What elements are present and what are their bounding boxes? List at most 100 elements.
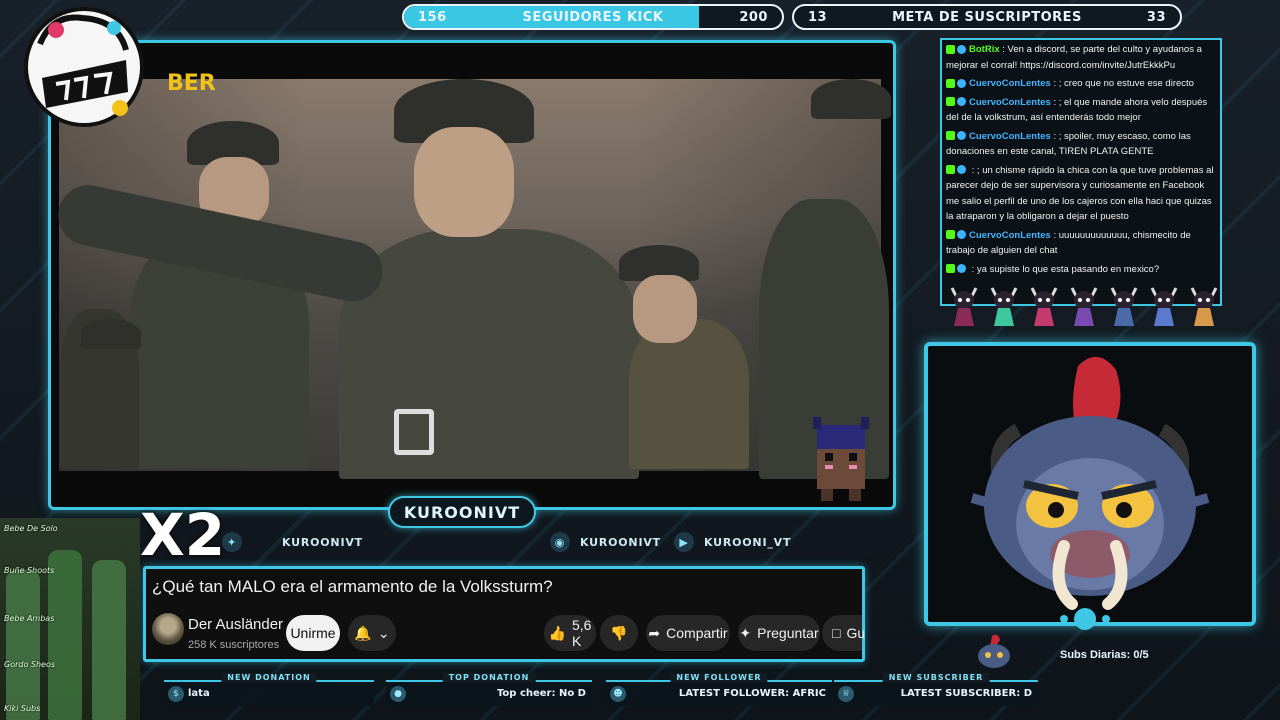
chat-message: : ; un chisme rápido la chica con la que… (946, 163, 1216, 225)
share-label: Compartir (666, 625, 728, 641)
pixel-pet-sprite (813, 417, 869, 501)
avatar-cam (924, 342, 1256, 626)
channel-avatar[interactable] (152, 613, 184, 645)
kick-label: SEGUIDORES KICK (522, 9, 664, 25)
alert-text: lata (188, 688, 210, 699)
kick-badge-icon (946, 97, 955, 107)
mini-avatar-icon (978, 634, 1010, 668)
channel-name[interactable]: Der Ausländer ✔ (188, 616, 297, 633)
alert-label: NEW DONATION (221, 673, 317, 682)
chat-sprite (1186, 282, 1222, 328)
chat-message: BotRix : Ven a discord, se parte del cul… (946, 42, 1216, 73)
chat-sprite (1146, 282, 1182, 328)
subs-daily: Subs Diarias: 0/5 (1060, 649, 1149, 661)
ask-label: Preguntar (757, 625, 819, 641)
chat-sprite (946, 282, 982, 328)
chat-text: : ; creo que no estuve ese directo (1053, 78, 1194, 89)
social-instagram-label: KUROONIVT (580, 535, 661, 549)
alert-text: LATEST SUBSCRIBER: D (900, 688, 1032, 699)
video-overlay-text: BER (167, 71, 216, 96)
meta-current: 13 (808, 9, 828, 25)
chat-username[interactable]: BotRix (969, 44, 1000, 55)
meta-goal: 33 (1146, 9, 1166, 25)
social-twitter-label: KUROONIVT (282, 535, 363, 549)
webcam-feed: Bebe De Solo Buñe Shoots Bebe Ambas Gord… (0, 518, 140, 720)
cam-decoration (1060, 608, 1110, 630)
video-scene (52, 79, 891, 479)
share-button[interactable]: ➦ Compartir (646, 615, 730, 651)
chat-sprite (1066, 282, 1102, 328)
social-youtube: ▶ KUROONI_VT (674, 532, 791, 552)
chat-message: CuervoConLentes : ; creo que no estuve e… (946, 76, 1216, 92)
subs-daily-label: Subs Diarias: (1060, 649, 1131, 661)
user-badge-icon (957, 230, 966, 240)
like-button[interactable]: 👍 5,6 K (544, 615, 596, 651)
join-button[interactable]: Unirme (286, 615, 340, 651)
twitter-icon: ✦ (222, 532, 242, 552)
channel-logo (22, 4, 146, 130)
save-button[interactable]: □ Gu (822, 615, 866, 651)
like-count: 5,6 K (571, 617, 592, 649)
alert-label: NEW SUBSCRIBER (882, 673, 990, 682)
kick-followers-bar: 156 SEGUIDORES KICK 200 (402, 4, 784, 30)
video-title: ¿Qué tan MALO era el armamento de la Vol… (152, 577, 553, 596)
vtuber-avatar (970, 356, 1210, 610)
kick-badge-icon (946, 264, 955, 274)
chat-username[interactable]: CuervoConLentes (969, 97, 1051, 108)
instagram-icon: ◉ (550, 532, 570, 552)
subscriber-count: 258 K suscriptores (188, 639, 280, 651)
alert-label: NEW FOLLOWER (670, 673, 768, 682)
chat-text: : ; un chisme rápido la chica con la que… (946, 164, 1214, 223)
chat-message: CuervoConLentes : ; spoiler, muy escaso,… (946, 129, 1216, 160)
social-instagram: ◉ KUROONIVT (550, 532, 661, 552)
user-badge-icon (957, 44, 966, 54)
kick-badge-icon (946, 165, 955, 175)
chat-username[interactable]: CuervoConLentes (969, 78, 1051, 89)
sprite-row (946, 282, 1228, 332)
user-badge-icon (957, 264, 966, 274)
kick-badge-icon (946, 230, 955, 240)
meta-label: META DE SUSCRIPTORES (892, 9, 1082, 25)
kick-current: 156 (418, 9, 447, 25)
channel-name-badge: KUROONIVT (388, 496, 536, 528)
thumbs-down-icon: 👎 (610, 624, 628, 641)
channel-name-text: Der Ausländer (188, 616, 284, 633)
notifications-button[interactable]: 🔔 ⌄ (348, 615, 396, 651)
kick-badge-icon (946, 131, 955, 141)
user-badge-icon (957, 131, 966, 141)
multiplier-text: X2 (140, 501, 226, 569)
alert-text: Top cheer: No D (496, 688, 586, 699)
save-label: Gu (846, 625, 866, 641)
chat-message: CuervoConLentes : uuuuuuuuuuuuu, chismec… (946, 228, 1216, 259)
share-icon: ➦ (648, 624, 661, 641)
youtube-icon: ▶ (674, 532, 694, 552)
chat-sprite (1026, 282, 1062, 328)
chat-panel[interactable]: BotRix : Ven a discord, se parte del cul… (940, 38, 1222, 306)
social-twitter: ✦ KUROONIVT (222, 532, 363, 552)
crown-icon: ♕ (838, 686, 854, 702)
alert-text: LATEST FOLLOWER: AFRIC (678, 688, 826, 699)
user-badge-icon (957, 78, 966, 88)
chat-sprite (986, 282, 1022, 328)
user-badge-icon (957, 165, 966, 175)
chat-message: CuervoConLentes : ; el que mande ahora v… (946, 95, 1216, 126)
video-player[interactable]: BER (48, 40, 896, 510)
user-badge-icon (957, 97, 966, 107)
alert-new-donation: NEW DONATION $ lata (164, 673, 374, 706)
alert-new-follower: NEW FOLLOWER ☻ LATEST FOLLOWER: AFRIC (606, 673, 832, 706)
join-button-label: Unirme (290, 625, 336, 641)
kick-badge-icon (946, 78, 955, 88)
chat-sprite (1106, 282, 1142, 328)
alert-new-subscriber: NEW SUBSCRIBER ♕ LATEST SUBSCRIBER: D (834, 673, 1038, 706)
subs-daily-value: 0/5 (1133, 649, 1149, 661)
alert-label: TOP DONATION (442, 673, 536, 682)
chat-username[interactable]: CuervoConLentes (969, 230, 1051, 241)
kick-goal: 200 (739, 9, 768, 25)
ask-button[interactable]: ✦ Preguntar (738, 615, 820, 651)
bell-icon: 🔔 (354, 624, 372, 641)
bag-icon: ● (390, 686, 406, 702)
chat-text: : ya supiste lo que esta pasando en mexi… (971, 263, 1160, 275)
dollar-icon: $ (168, 686, 184, 702)
dislike-button[interactable]: 👎 (600, 615, 638, 651)
chat-username[interactable]: CuervoConLentes (969, 131, 1051, 142)
